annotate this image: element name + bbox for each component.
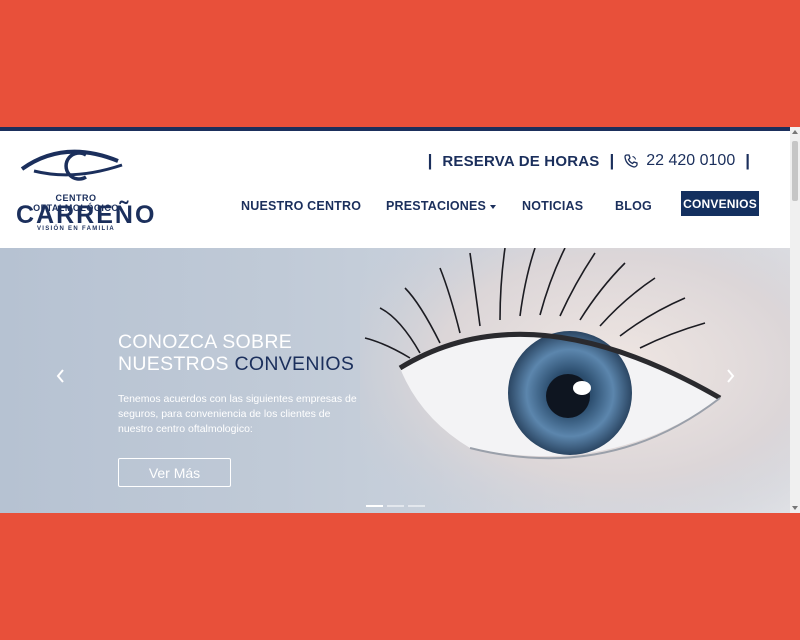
ver-mas-button[interactable]: Ver Más [118, 458, 231, 487]
nav-item-nuestro-centro[interactable]: NUESTRO CENTRO [241, 199, 361, 213]
chevron-left-icon [56, 369, 64, 383]
hero-description: Tenemos acuerdos con las siguientes empr… [118, 393, 357, 435]
hero-carousel: CONOZCA SOBRE NUESTROS CONVENIOS Tenemos… [0, 248, 790, 513]
hero-title-accent: CONVENIOS [234, 353, 355, 375]
reserva-link[interactable]: RESERVA DE HORAS [442, 153, 599, 170]
site-header: CENTRO OFTALMOLÓGICO CARREÑO VISIÓN EN F… [0, 131, 790, 248]
scroll-thumb[interactable] [792, 141, 798, 201]
nav-item-noticias[interactable]: NOTICIAS [522, 199, 583, 213]
hero-title: CONOZCA SOBRE NUESTROS CONVENIOS [118, 331, 354, 375]
scroll-up-icon[interactable] [792, 130, 798, 134]
page-scrollbar[interactable] [790, 127, 800, 513]
hero-title-line2-prefix: NUESTROS [118, 353, 235, 375]
carousel-indicators [366, 505, 425, 507]
carousel-next-button[interactable] [723, 366, 739, 386]
hero-title-line1: CONOZCA SOBRE [118, 331, 293, 353]
phone-icon [624, 154, 638, 168]
hero-title-line2: NUESTROS CONVENIOS [118, 353, 354, 375]
separator: | [745, 151, 750, 170]
top-contact-bar: | RESERVA DE HORAS | 22 420 0100 | [418, 149, 760, 173]
chevron-right-icon [727, 369, 735, 383]
separator: | [609, 151, 615, 170]
caret-down-icon [490, 204, 497, 209]
convenios-button[interactable]: CONVENIOS [681, 191, 759, 216]
eye-logo-icon [20, 149, 123, 181]
nav-item-prestaciones[interactable]: PRESTACIONES [386, 199, 497, 213]
carousel-prev-button[interactable] [52, 366, 68, 386]
brand-tagline: VISIÓN EN FAMILIA [36, 226, 116, 232]
nav-item-label: PRESTACIONES [386, 199, 487, 213]
carousel-indicator[interactable] [408, 505, 425, 507]
carousel-indicator[interactable] [387, 505, 404, 507]
nav-item-blog[interactable]: BLOG [615, 199, 652, 213]
main-nav: NUESTRO CENTRO PRESTACIONES NOTICIAS BLO… [0, 191, 790, 221]
phone-number: 22 420 0100 [646, 152, 736, 169]
browser-viewport: CENTRO OFTALMOLÓGICO CARREÑO VISIÓN EN F… [0, 127, 800, 513]
separator: | [427, 151, 433, 170]
carousel-indicator[interactable] [366, 505, 383, 507]
phone-link[interactable]: 22 420 0100 [624, 152, 735, 170]
scroll-down-icon[interactable] [792, 506, 798, 510]
